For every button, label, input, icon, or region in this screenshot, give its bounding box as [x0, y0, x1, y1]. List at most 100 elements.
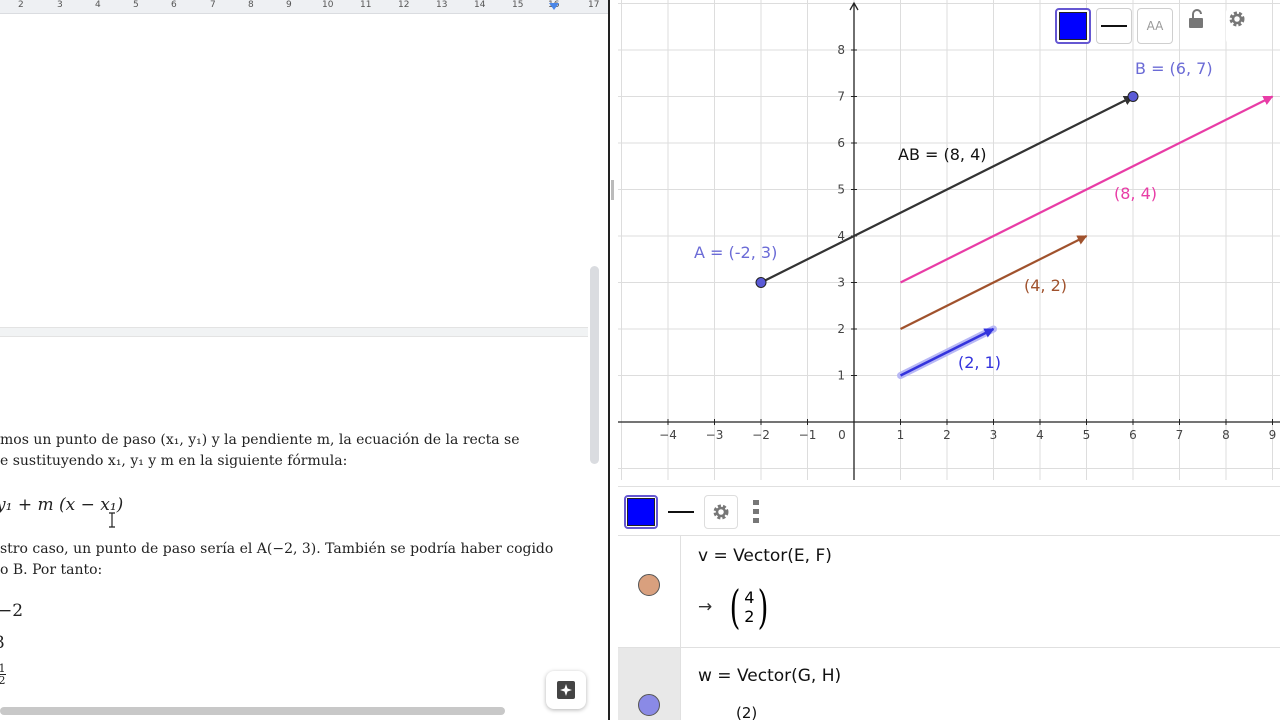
ruler-number: 6 [171, 0, 177, 10]
y-tick-label: 7 [837, 90, 845, 104]
ruler[interactable]: 2 3 4 5 6 7 8 9 10 11 12 13 14 15 16 17 [0, 0, 608, 14]
vector-y: 2 [744, 607, 755, 626]
text-cursor-icon [109, 512, 115, 528]
paragraph-line: mos un punto de paso (x₁, y₁) y la pendi… [0, 432, 520, 448]
sparkle-icon [557, 681, 575, 699]
ruler-number: 15 [512, 0, 524, 10]
vertical-scrollbar[interactable] [590, 266, 599, 464]
line-style-button[interactable] [1096, 8, 1132, 44]
x-tick-label: −4 [659, 428, 677, 442]
ruler-number: 7 [210, 0, 216, 10]
x-tick-label: −2 [752, 428, 770, 442]
x-tick-label: 4 [1036, 428, 1044, 442]
point-b-label: B = (6, 7) [1135, 59, 1213, 78]
page-lower[interactable]: mos un punto de paso (x₁, y₁) y la pendi… [0, 337, 588, 707]
paragraph-line: o B. Por tanto: [0, 562, 103, 578]
algebra-toolbar [618, 486, 1280, 536]
ruler-number: 9 [286, 0, 292, 10]
visibility-toggle[interactable] [638, 694, 660, 716]
pane-divider[interactable] [608, 0, 618, 720]
y-tick-label: 1 [837, 369, 845, 383]
ruler-number: 13 [436, 0, 448, 10]
color-swatch-button[interactable] [1055, 8, 1091, 44]
x-tick-label: 0 [838, 428, 846, 442]
graph-canvas[interactable]: −4 −3 −2 −1 0 1 2 3 4 5 6 7 8 912345678A = (-2, 3)B =… [618, 0, 1280, 480]
x-tick-label: 1 [897, 428, 905, 442]
ruler-number: 3 [57, 0, 63, 10]
fraction: 1 2 [0, 663, 6, 686]
horizontal-scrollbar[interactable] [0, 707, 505, 715]
lock-icon [1189, 9, 1203, 28]
page-break [0, 327, 588, 337]
y-tick-label: 6 [837, 136, 845, 150]
ruler-number: 8 [248, 0, 254, 10]
algebra-row-v[interactable]: v = Vector(E, F) → ( 4 2 ) [618, 536, 1280, 648]
x-tick-label: 9 [1269, 428, 1277, 442]
visibility-toggle[interactable] [638, 574, 660, 596]
algebra-formula[interactable]: w = Vector(G, H) [698, 666, 841, 686]
x-tick-label: 3 [990, 428, 998, 442]
ruler-number: 12 [398, 0, 410, 10]
x-tick-label: 6 [1129, 428, 1137, 442]
gear-icon [1229, 11, 1245, 27]
line-style-icon [668, 511, 694, 513]
vector-output-partial: (2) [736, 704, 758, 720]
right-indent-marker[interactable] [549, 3, 559, 10]
x-tick-label: 5 [1083, 428, 1091, 442]
settings-button[interactable] [1226, 8, 1262, 44]
screen: 2 3 4 5 6 7 8 9 10 11 12 13 14 15 16 17 … [0, 0, 1280, 720]
vector-2-1-label: (2, 1) [958, 353, 1001, 372]
vector-ab-label: AB = (8, 4) [898, 145, 987, 164]
output-arrow-icon: → [698, 597, 713, 617]
row-marker [618, 536, 681, 647]
y-tick-label: 8 [837, 43, 845, 57]
paragraph-line: e sustituyendo x₁, y₁ y m en la siguient… [0, 453, 348, 469]
ruler-number: 14 [474, 0, 486, 10]
algebra-formula[interactable]: v = Vector(E, F) [698, 546, 832, 566]
page-upper[interactable] [0, 15, 588, 327]
algebra-color-button[interactable] [624, 495, 658, 529]
row-marker [618, 648, 681, 720]
vector-x: 4 [744, 588, 755, 607]
label-style-icon: AA [1146, 19, 1164, 33]
algebra-row-w[interactable]: w = Vector(G, H) (2) [618, 648, 1280, 720]
vector-column: 4 2 [744, 588, 754, 626]
explore-button[interactable] [546, 671, 586, 709]
ruler-number: 5 [133, 0, 139, 10]
ruler-number: 17 [588, 0, 600, 10]
ruler-number: 11 [360, 0, 372, 10]
value-line: 3 [0, 633, 5, 653]
ruler-number: 4 [95, 0, 101, 10]
x-tick-label: 8 [1222, 428, 1230, 442]
x-tick-label: −3 [706, 428, 724, 442]
blue-swatch-icon [627, 498, 655, 526]
gear-icon [713, 504, 729, 520]
more-vertical-icon [753, 500, 759, 523]
lock-button[interactable] [1185, 8, 1221, 44]
algebra-settings-button[interactable] [704, 495, 738, 529]
divider-grip[interactable] [611, 180, 614, 200]
graphics-view[interactable]: −4 −3 −2 −1 0 1 2 3 4 5 6 7 8 9 1 2 3 4 5 6 7 8 A = (-2, 3) B =… [618, 0, 1280, 480]
more-options-button[interactable] [746, 495, 766, 529]
vector-output: → ( 4 2 ) [698, 584, 772, 630]
vector-8-4-label: (8, 4) [1114, 184, 1157, 203]
paragraph-line: stro caso, un punto de paso sería el A(−… [0, 541, 554, 557]
y-tick-label: 2 [837, 322, 845, 336]
fraction-numerator: 1 [0, 662, 6, 675]
document-pane: 2 3 4 5 6 7 8 9 10 11 12 13 14 15 16 17 … [0, 0, 608, 720]
y-tick-label: 5 [837, 183, 845, 197]
algebra-line-style-button[interactable] [664, 495, 698, 529]
fraction-denominator: 2 [0, 674, 6, 687]
ruler-number: 2 [18, 0, 24, 10]
label-style-button[interactable]: AA [1137, 8, 1173, 44]
vector-4-2-label: (4, 2) [1024, 276, 1067, 295]
y-tick-label: 3 [837, 276, 845, 290]
left-paren: ( [729, 580, 741, 634]
line-style-icon [1101, 25, 1127, 27]
geogebra-pane: −4 −3 −2 −1 0 1 2 3 4 5 6 7 8 9 1 2 3 4 5 6 7 8 A = (-2, 3) B =… [618, 0, 1280, 720]
point-a-label: A = (-2, 3) [694, 243, 777, 262]
x-tick-label: 2 [943, 428, 951, 442]
formula: y₁ + m (x − x₁) [0, 495, 124, 515]
x-tick-label: −1 [799, 428, 817, 442]
point-a [755, 277, 767, 288]
